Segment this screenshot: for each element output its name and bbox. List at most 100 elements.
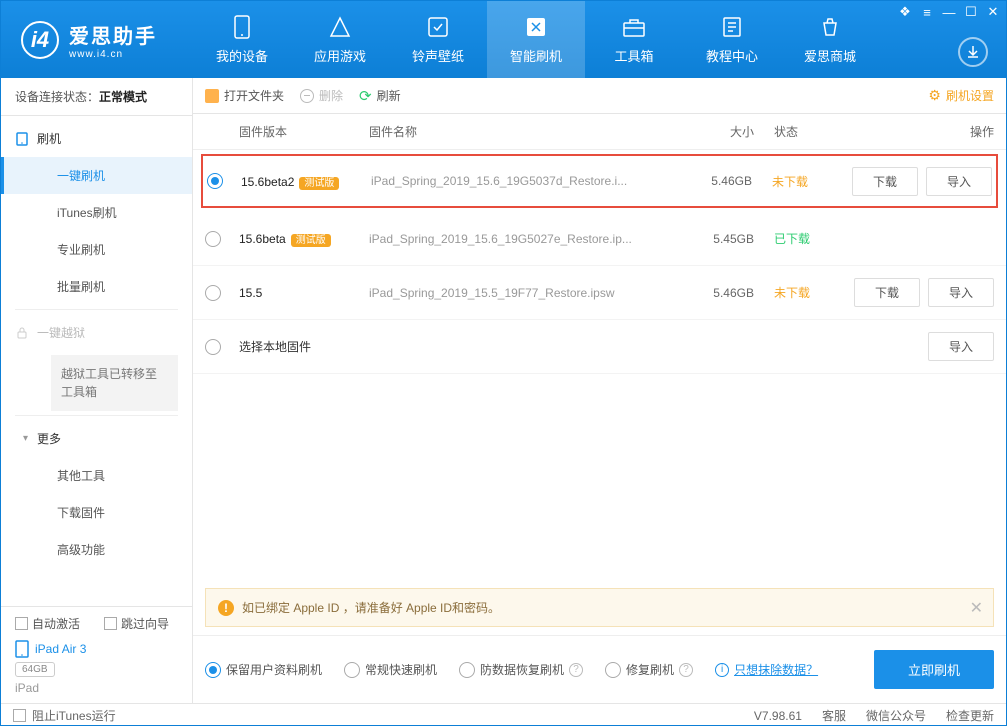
op-button[interactable]: 导入	[928, 332, 994, 361]
option-radio[interactable]	[605, 662, 621, 678]
table-row[interactable]: 15.5iPad_Spring_2019_15.5_19F77_Restore.…	[193, 266, 1006, 320]
nav-item-2[interactable]: 铃声壁纸	[389, 1, 487, 78]
col-status: 状态	[754, 123, 834, 140]
tablet-icon	[15, 640, 29, 658]
sidebar: 设备连接状态：正常模式 刷机 一键刷机iTunes刷机专业刷机批量刷机 一键越狱…	[1, 78, 193, 703]
sidebar-sub-item[interactable]: 专业刷机	[1, 231, 192, 268]
op-button[interactable]: 下载	[852, 167, 918, 196]
help-icon[interactable]: ?	[569, 663, 583, 677]
close-button[interactable]: ✕	[986, 5, 1000, 19]
flash-option[interactable]: 防数据恢复刷机?	[459, 661, 583, 678]
jailbreak-note: 越狱工具已转移至工具箱	[51, 355, 178, 411]
nav-icon	[523, 14, 549, 40]
window-controls: ❖ ≡ ― ☐ ✕	[898, 5, 1000, 19]
nav-icon	[425, 14, 451, 40]
sidebar-item-jailbreak: 一键越狱	[1, 314, 192, 351]
beta-tag: 测试版	[291, 234, 331, 247]
flash-now-button[interactable]: 立即刷机	[874, 650, 994, 689]
sidebar-sub-item[interactable]: 其他工具	[1, 457, 192, 494]
nav-icon	[621, 14, 647, 40]
main-nav: 我的设备应用游戏铃声壁纸智能刷机工具箱教程中心爱思商城	[193, 1, 1006, 78]
logo-area: i4 爱思助手 www.i4.cn	[1, 20, 193, 60]
sidebar-sub-item[interactable]: 下载固件	[1, 494, 192, 531]
delete-icon	[300, 89, 314, 103]
device-icon	[15, 132, 29, 146]
col-name: 固件名称	[369, 123, 684, 140]
info-icon: i	[715, 663, 729, 677]
nav-item-5[interactable]: 教程中心	[683, 1, 781, 78]
logo-icon: i4	[21, 21, 59, 59]
col-version: 固件版本	[239, 123, 369, 140]
option-radio[interactable]	[459, 662, 475, 678]
banner-close-button[interactable]: ✕	[970, 598, 983, 618]
row-radio[interactable]	[205, 231, 221, 247]
device-type: iPad	[15, 681, 178, 695]
footer-link-update[interactable]: 检查更新	[946, 707, 994, 724]
option-radio[interactable]	[205, 662, 221, 678]
row-radio[interactable]	[205, 285, 221, 301]
refresh-button[interactable]: ⟳刷新	[359, 87, 401, 105]
footer-link-support[interactable]: 客服	[822, 707, 846, 724]
row-radio[interactable]	[207, 173, 223, 189]
flash-options: 保留用户资料刷机 常规快速刷机 防数据恢复刷机? 修复刷机? i 只想抹除数据？ 立即刷机	[193, 635, 1006, 703]
menu-icon[interactable]: ❖	[898, 5, 912, 19]
sidebar-item-more[interactable]: ▾ 更多	[1, 420, 192, 457]
beta-tag: 测试版	[299, 177, 339, 190]
help-icon[interactable]: ?	[679, 663, 693, 677]
table-row[interactable]: 15.6beta测试版iPad_Spring_2019_15.6_19G5027…	[193, 212, 1006, 266]
flash-settings-button[interactable]: ⚙刷机设置	[928, 87, 994, 104]
footer-link-wechat[interactable]: 微信公众号	[866, 707, 926, 724]
app-version: V7.98.61	[754, 709, 802, 723]
app-header: i4 爱思助手 www.i4.cn 我的设备应用游戏铃声壁纸智能刷机工具箱教程中…	[1, 1, 1006, 78]
sidebar-sub-item[interactable]: 一键刷机	[1, 157, 192, 194]
warning-icon: !	[218, 600, 234, 616]
storage-badge: 64GB	[15, 662, 55, 677]
open-folder-button[interactable]: 打开文件夹	[205, 87, 284, 104]
device-name[interactable]: iPad Air 3	[15, 640, 178, 658]
row-radio[interactable]	[205, 339, 221, 355]
chevron-down-icon: ▾	[23, 433, 28, 444]
nav-item-4[interactable]: 工具箱	[585, 1, 683, 78]
lock-icon	[15, 326, 29, 340]
sidebar-sub-item[interactable]: 批量刷机	[1, 268, 192, 305]
toolbar: 打开文件夹 删除 ⟳刷新 ⚙刷机设置	[193, 78, 1006, 114]
status-bar: 阻止iTunes运行 V7.98.61 客服 微信公众号 检查更新	[1, 703, 1006, 727]
erase-link[interactable]: 只想抹除数据？	[734, 661, 818, 678]
connection-status: 设备连接状态：正常模式	[1, 78, 192, 116]
device-panel: 自动激活 跳过向导 iPad Air 3 64GB iPad	[1, 606, 192, 703]
op-button[interactable]: 导入	[928, 278, 994, 307]
sidebar-tree: 刷机 一键刷机iTunes刷机专业刷机批量刷机 一键越狱 越狱工具已转移至工具箱…	[1, 116, 192, 606]
flash-option[interactable]: 保留用户资料刷机	[205, 661, 322, 678]
table-row[interactable]: 15.6beta2测试版iPad_Spring_2019_15.6_19G503…	[201, 154, 998, 208]
flash-option[interactable]: 修复刷机?	[605, 661, 693, 678]
minimize-button[interactable]: ―	[942, 5, 956, 19]
table-row[interactable]: 选择本地固件导入	[193, 320, 1006, 374]
nav-item-1[interactable]: 应用游戏	[291, 1, 389, 78]
skip-guide-checkbox[interactable]	[104, 617, 117, 630]
refresh-icon: ⟳	[359, 87, 372, 105]
nav-item-3[interactable]: 智能刷机	[487, 1, 585, 78]
col-size: 大小	[684, 123, 754, 140]
option-radio[interactable]	[344, 662, 360, 678]
op-button[interactable]: 下载	[854, 278, 920, 307]
firmware-table: 15.6beta2测试版iPad_Spring_2019_15.6_19G503…	[193, 150, 1006, 580]
auto-activate-checkbox[interactable]	[15, 617, 28, 630]
block-itunes-checkbox[interactable]	[13, 709, 26, 722]
nav-item-6[interactable]: 爱思商城	[781, 1, 879, 78]
main-content: 打开文件夹 删除 ⟳刷新 ⚙刷机设置 固件版本 固件名称 大小 状态 操作 15…	[193, 78, 1006, 703]
nav-icon	[327, 14, 353, 40]
sidebar-sub-item[interactable]: iTunes刷机	[1, 194, 192, 231]
sidebar-sub-item[interactable]: 高级功能	[1, 531, 192, 568]
sidebar-item-flash[interactable]: 刷机	[1, 120, 192, 157]
nav-icon	[229, 14, 255, 40]
nav-icon	[817, 14, 843, 40]
download-manager-button[interactable]	[958, 37, 988, 67]
op-button[interactable]: 导入	[926, 167, 992, 196]
delete-button: 删除	[300, 87, 343, 104]
list-icon[interactable]: ≡	[920, 5, 934, 19]
nav-item-0[interactable]: 我的设备	[193, 1, 291, 78]
maximize-button[interactable]: ☐	[964, 5, 978, 19]
folder-icon	[205, 89, 219, 103]
flash-option[interactable]: 常规快速刷机	[344, 661, 437, 678]
apple-id-banner: ! 如已绑定 Apple ID ，请准备好 Apple ID和密码。 ✕	[205, 588, 994, 627]
